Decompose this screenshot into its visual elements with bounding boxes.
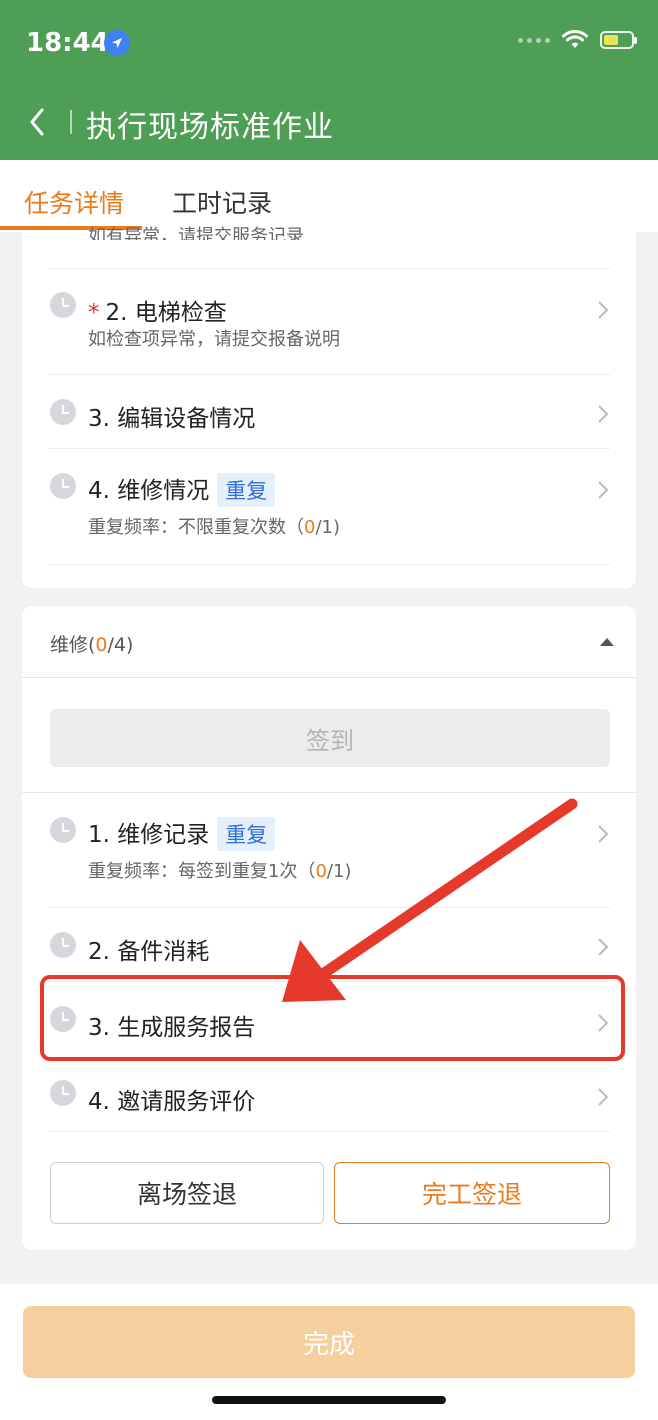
chevron-right-icon: [598, 1088, 609, 1106]
section-header[interactable]: 维修(0/4): [22, 606, 636, 678]
section-label: 维修(0/4): [50, 630, 133, 657]
location-icon: [104, 30, 130, 56]
app-header: 18:44 执行现场标准作业: [0, 0, 658, 160]
bottom-bar: 完成: [0, 1284, 658, 1420]
partial-subtitle: 如有异常，请提交服务记录: [88, 226, 304, 240]
chevron-right-icon: [598, 481, 609, 499]
clock-icon: [50, 817, 76, 843]
done-button[interactable]: 完成: [23, 1306, 635, 1378]
task-item-repair-status[interactable]: 4. 维修情况 重复 重复频率：不限重复次数（0/1): [48, 449, 610, 565]
clock-icon: [50, 473, 76, 499]
chevron-right-icon: [598, 301, 609, 319]
repeat-count: 0: [304, 517, 316, 538]
title-divider: [70, 110, 72, 134]
clock-icon: [50, 399, 76, 425]
status-time: 18:44: [26, 28, 109, 58]
task-subtitle: 重复频率：不限重复次数（0/1): [88, 513, 340, 539]
repeat-count: 0: [315, 861, 327, 882]
checkin-button[interactable]: 签到: [50, 709, 610, 767]
task-title: 2. 备件消耗: [88, 939, 210, 965]
clock-icon: [50, 1080, 76, 1106]
repeat-tag: 重复: [217, 817, 276, 851]
section-label-suffix: /4): [107, 634, 134, 656]
task-title-text: 2. 电梯检查: [105, 300, 227, 326]
highlight-box: [40, 975, 625, 1061]
task-subtitle: 重复频率：每签到重复1次（0/1): [88, 857, 351, 883]
task-title: 4. 邀请服务评价: [88, 1089, 256, 1115]
task-title: 1. 维修记录 重复: [88, 815, 276, 851]
task-item-edit-equipment[interactable]: 3. 编辑设备情况: [48, 375, 610, 449]
task-item-service-rating[interactable]: 4. 邀请服务评价: [48, 1056, 610, 1132]
task-item-repair-record[interactable]: 1. 维修记录 重复 重复频率：每签到重复1次（0/1): [48, 793, 610, 908]
clock-icon: [50, 932, 76, 958]
collapse-caret-icon[interactable]: [600, 638, 614, 646]
home-indicator: [212, 1396, 446, 1404]
status-indicators: [518, 30, 637, 50]
tab-task-details[interactable]: 任务详情: [24, 184, 124, 220]
section-count: 0: [95, 634, 108, 656]
chevron-right-icon: [598, 938, 609, 956]
chevron-right-icon: [598, 405, 609, 423]
repeat-tag: 重复: [217, 473, 276, 507]
task-title: 4. 维修情况 重复: [88, 471, 276, 507]
signal-icon: [518, 37, 550, 43]
page-title: 执行现场标准作业: [86, 110, 334, 145]
wifi-icon: [562, 30, 588, 48]
clock-icon: [50, 292, 76, 318]
section-label-prefix: 维修(: [50, 634, 96, 656]
inspection-section-card: * 2. 电梯检查 如检查项异常，请提交报备说明 3. 编辑设备情况 4. 维修情…: [22, 232, 636, 588]
task-title-text: 1. 维修记录: [88, 822, 210, 848]
task-item-elevator-check[interactable]: * 2. 电梯检查 如检查项异常，请提交报备说明: [48, 269, 610, 375]
task-subtitle: 如检查项异常，请提交报备说明: [88, 329, 340, 350]
subtitle-suffix: /1): [326, 861, 352, 882]
required-mark: *: [88, 300, 100, 326]
back-arrow-icon[interactable]: [24, 104, 52, 140]
subtitle-prefix: 重复频率：每签到重复1次（: [88, 861, 316, 882]
task-item-spare-parts[interactable]: 2. 备件消耗: [48, 908, 610, 982]
tab-work-hours[interactable]: 工时记录: [172, 184, 272, 220]
task-title: * 2. 电梯检查: [88, 293, 227, 327]
subtitle-prefix: 重复频率：不限重复次数（: [88, 517, 304, 538]
task-title: 3. 编辑设备情况: [88, 406, 256, 432]
task-title-text: 4. 维修情况: [88, 478, 210, 504]
chevron-right-icon: [598, 825, 609, 843]
finish-checkout-button[interactable]: 完工签退: [334, 1162, 610, 1224]
leave-checkout-button[interactable]: 离场签退: [50, 1162, 324, 1224]
subtitle-suffix: /1): [315, 517, 340, 538]
battery-icon: [600, 31, 637, 49]
repair-section-card: 维修(0/4) 签到 1. 维修记录 重复 重复频率：每签到重复1次（0/1) 2…: [22, 606, 636, 1250]
